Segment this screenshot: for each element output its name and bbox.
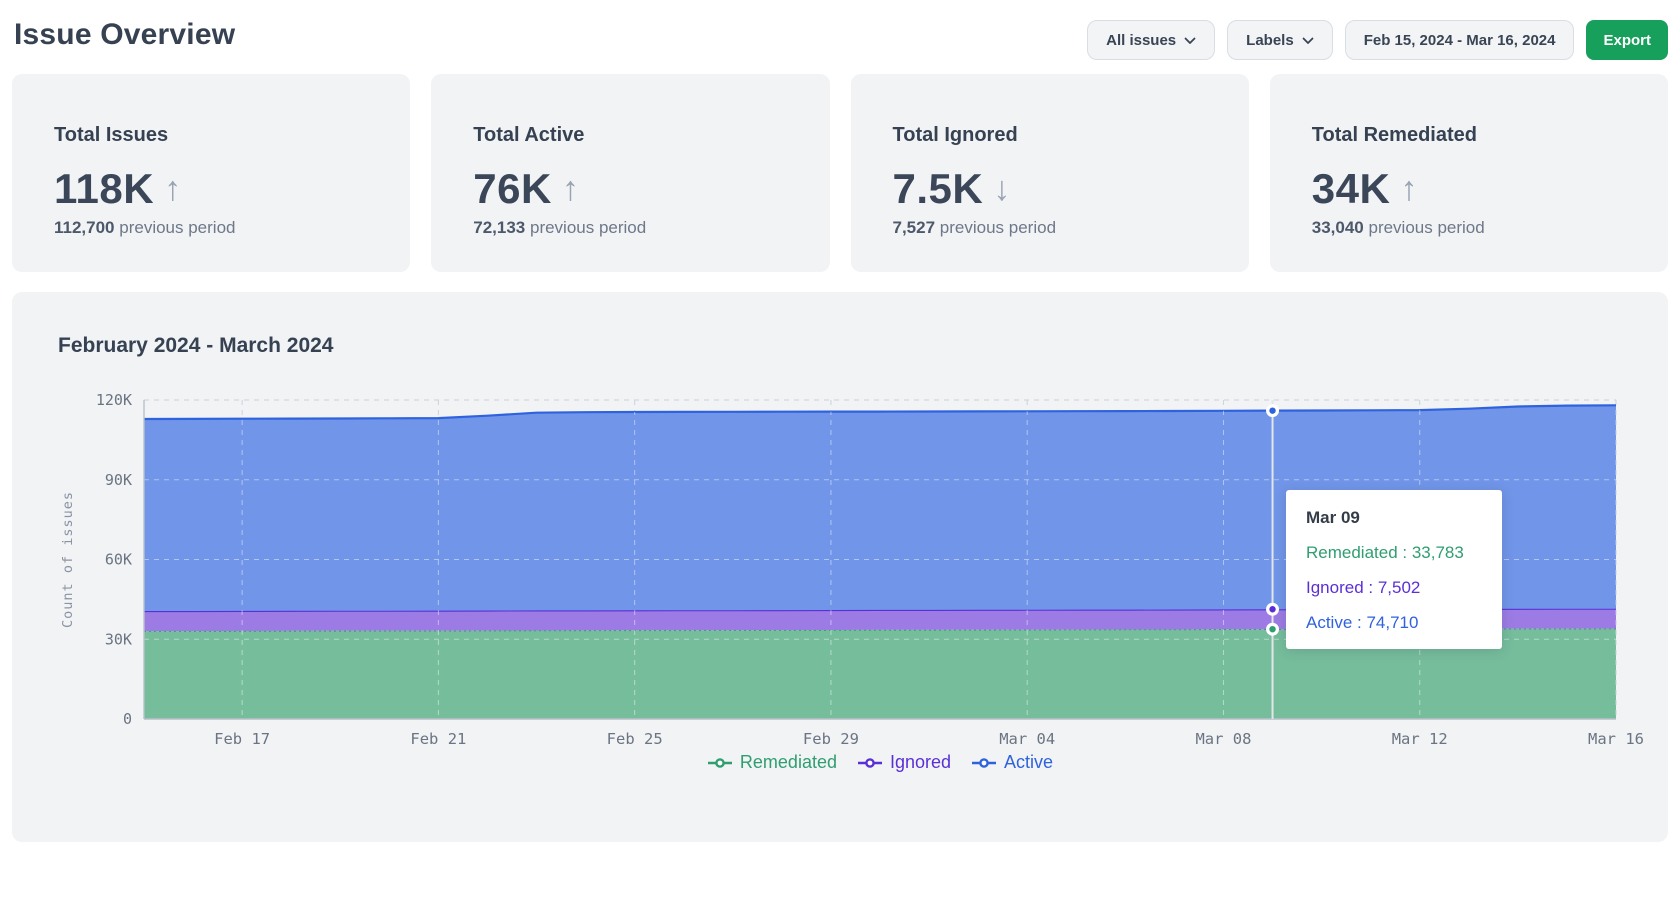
svg-text:30K: 30K bbox=[105, 630, 132, 648]
legend-item-active[interactable]: Active bbox=[971, 752, 1053, 773]
legend-marker-icon bbox=[707, 757, 733, 769]
stat-card-value: 76K bbox=[473, 165, 552, 213]
legend-label: Active bbox=[1004, 752, 1053, 773]
export-label: Export bbox=[1603, 32, 1651, 49]
trend-up-icon: ↑ bbox=[562, 172, 579, 206]
trend-up-icon: ↑ bbox=[164, 172, 181, 206]
page-header: Issue Overview All issues Labels Feb 15,… bbox=[12, 0, 1668, 74]
legend-label: Ignored bbox=[890, 752, 951, 773]
issues-filter-label: All issues bbox=[1106, 32, 1176, 49]
tooltip-row-remediated: Remediated : 33,783 bbox=[1306, 543, 1484, 563]
legend-item-ignored[interactable]: Ignored bbox=[857, 752, 951, 773]
date-range-picker[interactable]: Feb 15, 2024 - Mar 16, 2024 bbox=[1345, 20, 1575, 60]
stat-card-total-issues: Total Issues 118K ↑ 112,700 previous per… bbox=[12, 74, 410, 272]
tooltip-row-active: Active : 74,710 bbox=[1306, 613, 1484, 633]
chevron-down-icon bbox=[1302, 37, 1314, 45]
y-axis-label: Count of issues bbox=[60, 491, 76, 628]
svg-text:Mar 04: Mar 04 bbox=[999, 730, 1055, 748]
svg-text:Feb 25: Feb 25 bbox=[607, 730, 663, 748]
trend-up-icon: ↑ bbox=[1400, 172, 1417, 206]
issues-filter-dropdown[interactable]: All issues bbox=[1087, 20, 1215, 60]
stat-card-total-active: Total Active 76K ↑ 72,133 previous perio… bbox=[431, 74, 829, 272]
legend-label: Remediated bbox=[740, 752, 837, 773]
chart-legend: Remediated Ignored Active bbox=[144, 752, 1616, 773]
date-range-label: Feb 15, 2024 - Mar 16, 2024 bbox=[1364, 32, 1556, 49]
legend-item-remediated[interactable]: Remediated bbox=[707, 752, 837, 773]
svg-text:Feb 21: Feb 21 bbox=[410, 730, 466, 748]
stat-card-previous: 7,527 previous period bbox=[893, 218, 1207, 238]
stat-card-title: Total Issues bbox=[54, 124, 368, 147]
tooltip-date: Mar 09 bbox=[1306, 508, 1484, 528]
stat-card-previous: 72,133 previous period bbox=[473, 218, 787, 238]
svg-text:60K: 60K bbox=[105, 551, 132, 569]
stat-cards-row: Total Issues 118K ↑ 112,700 previous per… bbox=[12, 74, 1668, 272]
legend-marker-icon bbox=[971, 757, 997, 769]
chart-tooltip: Mar 09 Remediated : 33,783 Ignored : 7,5… bbox=[1286, 490, 1502, 649]
tooltip-row-ignored: Ignored : 7,502 bbox=[1306, 578, 1484, 598]
svg-text:Feb 17: Feb 17 bbox=[214, 730, 270, 748]
svg-text:Mar 16: Mar 16 bbox=[1588, 730, 1644, 748]
toolbar: All issues Labels Feb 15, 2024 - Mar 16,… bbox=[1087, 18, 1668, 60]
stat-card-value: 7.5K bbox=[893, 165, 984, 213]
export-button[interactable]: Export bbox=[1586, 20, 1668, 60]
legend-marker-icon bbox=[857, 757, 883, 769]
stat-card-total-remediated: Total Remediated 34K ↑ 33,040 previous p… bbox=[1270, 74, 1668, 272]
svg-text:Feb 29: Feb 29 bbox=[803, 730, 859, 748]
svg-text:Mar 12: Mar 12 bbox=[1392, 730, 1448, 748]
chart-title: February 2024 - March 2024 bbox=[58, 334, 333, 358]
chart-panel: February 2024 - March 2024 0 30K 60K 90K 120… bbox=[12, 292, 1668, 842]
labels-filter-dropdown[interactable]: Labels bbox=[1227, 20, 1333, 60]
svg-text:90K: 90K bbox=[105, 471, 132, 489]
stat-card-previous: 112,700 previous period bbox=[54, 218, 368, 238]
trend-down-icon: ↓ bbox=[993, 172, 1010, 206]
stat-card-title: Total Ignored bbox=[893, 124, 1207, 147]
svg-text:Mar 08: Mar 08 bbox=[1195, 730, 1251, 748]
stat-card-title: Total Active bbox=[473, 124, 787, 147]
svg-text:120K: 120K bbox=[96, 391, 132, 409]
stat-card-value: 34K bbox=[1312, 165, 1391, 213]
stat-card-previous: 33,040 previous period bbox=[1312, 218, 1626, 238]
stat-card-value: 118K bbox=[54, 165, 154, 213]
svg-text:0: 0 bbox=[123, 710, 132, 728]
labels-filter-label: Labels bbox=[1246, 32, 1294, 49]
page-title: Issue Overview bbox=[14, 18, 235, 52]
chevron-down-icon bbox=[1184, 37, 1196, 45]
stat-card-total-ignored: Total Ignored 7.5K ↓ 7,527 previous peri… bbox=[851, 74, 1249, 272]
stat-card-title: Total Remediated bbox=[1312, 124, 1626, 147]
